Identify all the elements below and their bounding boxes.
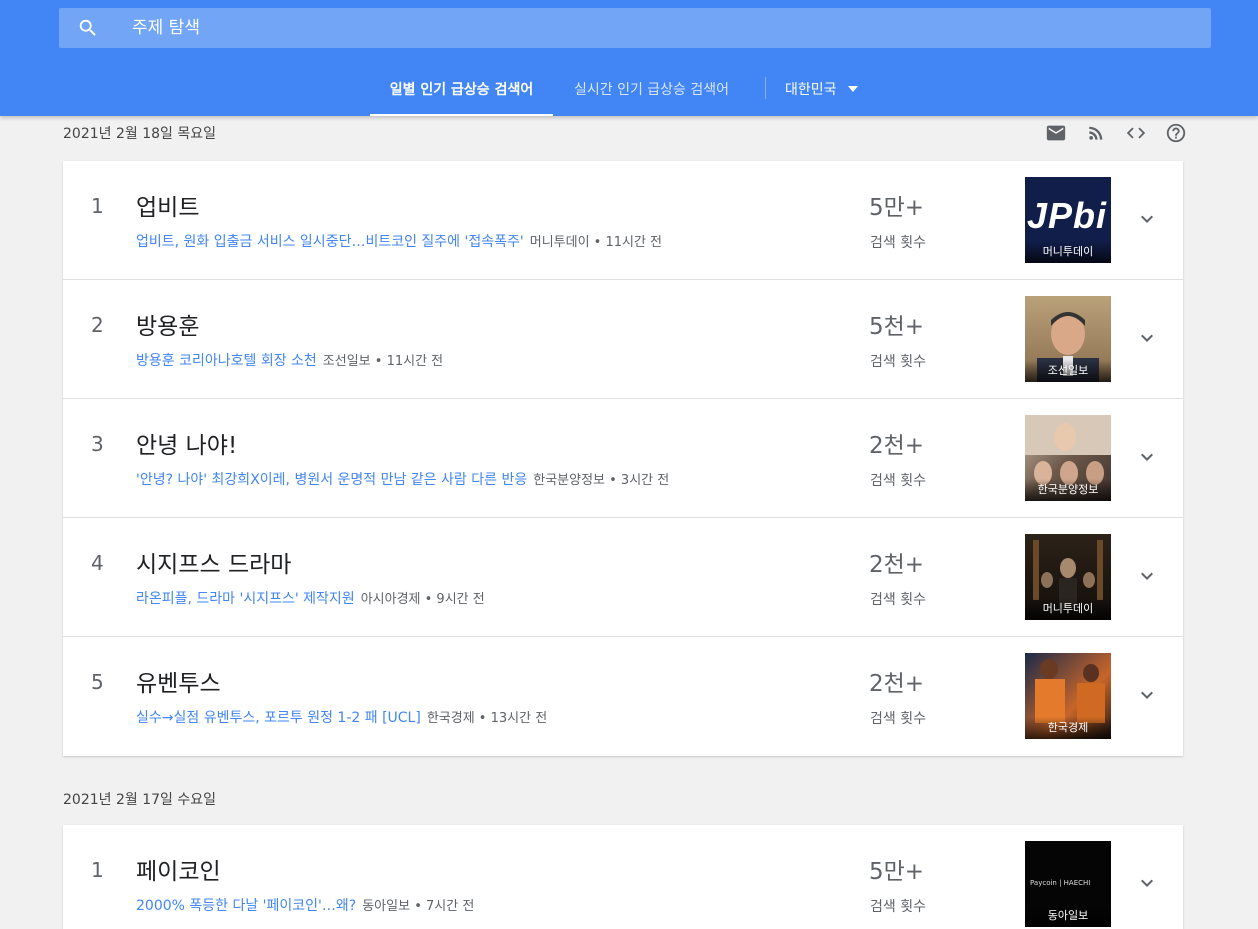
news-source: 한국분양정보 • 3시간 전 [533, 473, 670, 488]
search-count: 2천+ [869, 552, 925, 578]
trend-title[interactable]: 방용훈 [136, 307, 199, 341]
search-count: 5천+ [869, 314, 925, 340]
search-count: 5만+ [869, 195, 925, 221]
tab-realtime-trends[interactable]: 실시간 인기 급상승 검색어 [553, 64, 750, 116]
trend-item[interactable]: 2 방용훈 방용훈 코리아나호텔 회장 소천 조선일보 • 11시간 전 5천+ … [63, 280, 1183, 399]
search-count: 2천+ [869, 433, 925, 459]
search-count-label: 검색 횟수 [870, 899, 926, 915]
search-count-label: 검색 횟수 [870, 592, 926, 608]
news-link[interactable]: 방용훈 코리아나호텔 회장 소천 [136, 353, 317, 369]
thumbnail-caption: 조선일보 [1025, 360, 1111, 382]
news-source: 한국경제 • 13시간 전 [426, 711, 548, 726]
trend-description: 2000% 폭등한 다날 '페이코인'…왜? 동아일보 • 7시간 전 [136, 895, 474, 915]
news-thumbnail[interactable]: JPbi 머니투데이 [1025, 177, 1111, 263]
news-link[interactable]: 라온피플, 드라마 '시지프스' 제작지원 [136, 591, 355, 607]
date-row: 2021년 2월 18일 목요일 [63, 117, 1186, 149]
news-source: 조선일보 • 11시간 전 [322, 354, 444, 369]
trend-description: 라온피플, 드라마 '시지프스' 제작지원 아시아경제 • 9시간 전 [136, 588, 485, 608]
news-link[interactable]: 실수→실점 유벤투스, 포르투 원정 1-2 패 [UCL] [136, 710, 421, 726]
news-thumbnail[interactable]: 한국경제 [1025, 653, 1111, 739]
trend-description: 실수→실점 유벤투스, 포르투 원정 1-2 패 [UCL] 한국경제 • 13시… [136, 707, 547, 727]
thumbnail-caption: 머니투데이 [1025, 598, 1111, 620]
thumbnail-caption: 머니투데이 [1025, 241, 1111, 263]
trend-item[interactable]: 1 업비트 업비트, 원화 입출금 서비스 일시중단…비트코인 질주에 '접속폭… [63, 161, 1183, 280]
trend-description: 업비트, 원화 입출금 서비스 일시중단…비트코인 질주에 '접속폭주' 머니투데… [136, 231, 662, 251]
tab-bar: 일별 인기 급상승 검색어 실시간 인기 급상승 검색어 대한민국 [0, 64, 1258, 116]
trend-item[interactable]: 5 유벤투스 실수→실점 유벤투스, 포르투 원정 1-2 패 [UCL] 한국경… [63, 637, 1183, 756]
chevron-down-icon[interactable] [1135, 564, 1159, 588]
code-icon[interactable] [1125, 122, 1147, 144]
news-link[interactable]: 2000% 폭등한 다날 '페이코인'…왜? [136, 898, 356, 914]
country-label: 대한민국 [785, 82, 837, 98]
rank-number: 4 [91, 551, 104, 575]
trend-item[interactable]: 1 페이코인 2000% 폭등한 다날 '페이코인'…왜? 동아일보 • 7시간 … [63, 825, 1183, 929]
trend-card: 1 페이코인 2000% 폭등한 다날 '페이코인'…왜? 동아일보 • 7시간 … [63, 825, 1183, 929]
search-input[interactable] [117, 18, 1017, 38]
thumbnail-text: Paycoin | HAECHI [1030, 879, 1091, 887]
tab-divider [765, 77, 766, 99]
trend-title[interactable]: 업비트 [136, 188, 199, 222]
trend-description: '안녕? 나야' 최강희X이레, 병원서 운명적 만남 같은 사람 다른 반응 한… [136, 469, 669, 489]
rank-number: 3 [91, 432, 104, 456]
header-bar: 일별 인기 급상승 검색어 실시간 인기 급상승 검색어 대한민국 [0, 0, 1258, 116]
search-count-label: 검색 횟수 [870, 354, 926, 370]
arrow-drop-down-icon [847, 86, 858, 92]
trend-description: 방용훈 코리아나호텔 회장 소천 조선일보 • 11시간 전 [136, 350, 443, 370]
rank-number: 1 [91, 858, 104, 882]
search-count-label: 검색 횟수 [870, 473, 926, 489]
news-link[interactable]: '안녕? 나야' 최강희X이레, 병원서 운명적 만남 같은 사람 다른 반응 [136, 472, 527, 488]
news-thumbnail[interactable]: 한국분양정보 [1025, 415, 1111, 501]
news-thumbnail[interactable]: Paycoin | HAECHI 동아일보 [1025, 841, 1111, 927]
news-source: 동아일보 • 7시간 전 [362, 899, 475, 914]
chevron-down-icon[interactable] [1135, 445, 1159, 469]
news-link[interactable]: 업비트, 원화 입출금 서비스 일시중단…비트코인 질주에 '접속폭주' [136, 234, 524, 250]
thumbnail-caption: 동아일보 [1025, 905, 1111, 927]
search-count: 2천+ [869, 671, 925, 697]
search-count-label: 검색 횟수 [870, 711, 926, 727]
rank-number: 1 [91, 194, 104, 218]
date-label: 2021년 2월 17일 수요일 [63, 792, 216, 808]
news-source: 아시아경제 • 9시간 전 [360, 592, 485, 607]
news-thumbnail[interactable]: 머니투데이 [1025, 534, 1111, 620]
news-source: 머니투데이 • 11시간 전 [529, 235, 663, 250]
date-row: 2021년 2월 17일 수요일 [63, 783, 1183, 815]
news-thumbnail[interactable]: 조선일보 [1025, 296, 1111, 382]
email-icon[interactable] [1045, 122, 1067, 144]
help-icon[interactable] [1165, 122, 1187, 144]
rss-icon[interactable] [1085, 122, 1107, 144]
chevron-down-icon[interactable] [1135, 871, 1159, 895]
rank-number: 2 [91, 313, 104, 337]
chevron-down-icon[interactable] [1135, 326, 1159, 350]
trend-title[interactable]: 페이코인 [136, 852, 221, 886]
search-bar[interactable] [59, 8, 1211, 48]
date-label: 2021년 2월 18일 목요일 [63, 126, 216, 142]
search-count: 5만+ [869, 859, 925, 885]
country-select[interactable]: 대한민국 [785, 64, 858, 116]
trend-title[interactable]: 안녕 나야! [136, 426, 237, 460]
trend-item[interactable]: 3 안녕 나야! '안녕? 나야' 최강희X이레, 병원서 운명적 만남 같은 … [63, 399, 1183, 518]
thumbnail-logo: JPbi [1027, 195, 1108, 236]
chevron-down-icon[interactable] [1135, 207, 1159, 231]
search-icon[interactable] [59, 8, 117, 48]
trend-title[interactable]: 유벤투스 [136, 664, 221, 698]
thumbnail-caption: 한국분양정보 [1025, 479, 1111, 501]
chevron-down-icon[interactable] [1135, 683, 1159, 707]
trend-item[interactable]: 4 시지프스 드라마 라온피플, 드라마 '시지프스' 제작지원 아시아경제 • … [63, 518, 1183, 637]
trend-title[interactable]: 시지프스 드라마 [136, 545, 291, 579]
trend-card: 1 업비트 업비트, 원화 입출금 서비스 일시중단…비트코인 질주에 '접속폭… [63, 161, 1183, 756]
toolbar [1045, 122, 1187, 144]
thumbnail-caption: 한국경제 [1025, 717, 1111, 739]
tab-daily-trends[interactable]: 일별 인기 급상승 검색어 [370, 64, 553, 116]
search-count-label: 검색 횟수 [870, 235, 926, 251]
rank-number: 5 [91, 670, 104, 694]
